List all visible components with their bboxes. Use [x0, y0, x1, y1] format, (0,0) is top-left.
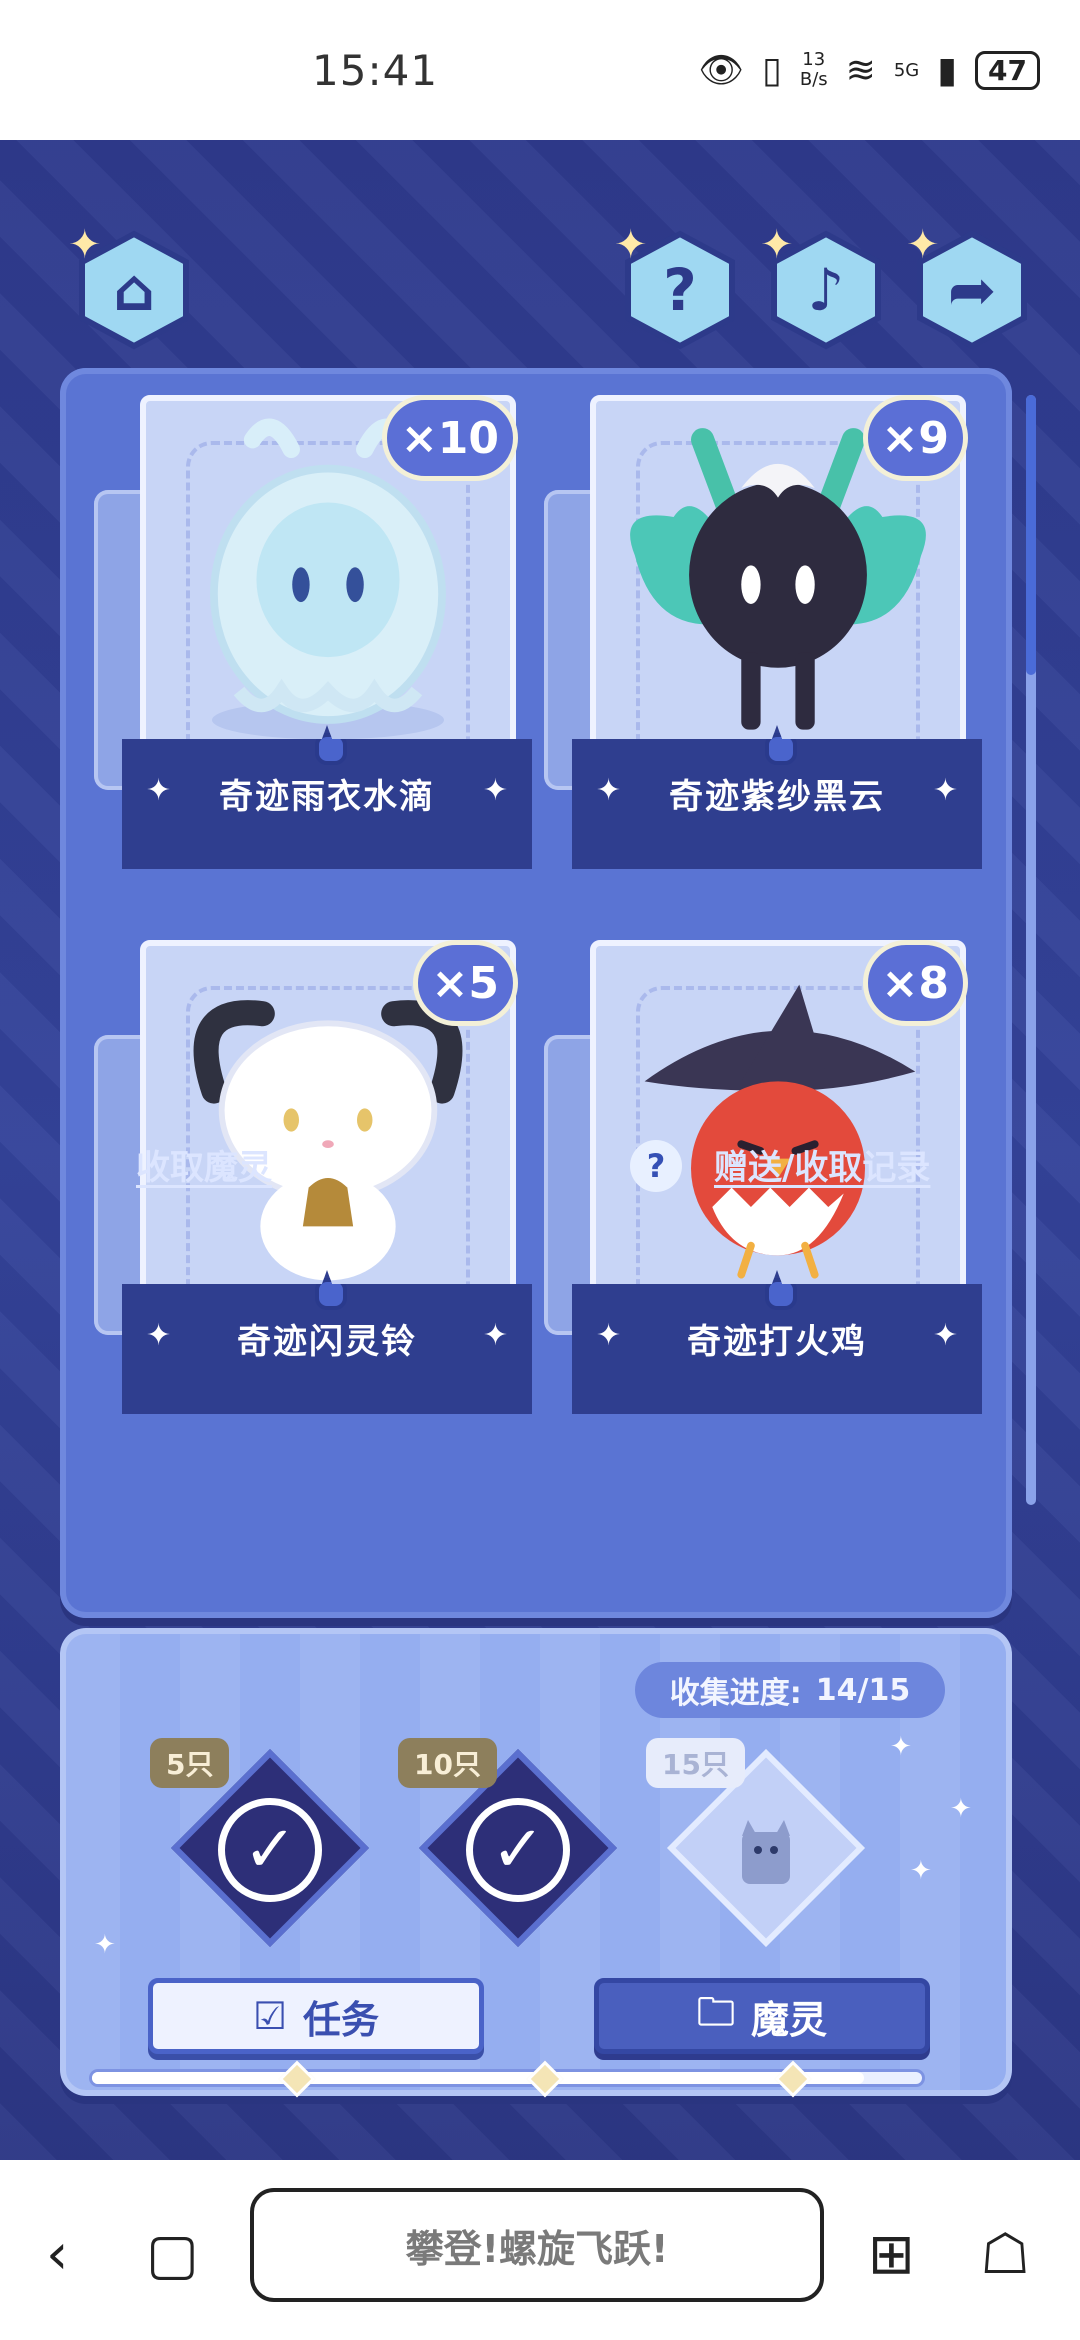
- folder-plus-icon: 🗀: [696, 1989, 735, 2034]
- progress-value: 14/15: [815, 1672, 911, 1708]
- sparkle-icon: ✦: [890, 1732, 912, 1762]
- vibrate-icon: ▯: [762, 49, 782, 91]
- document-check-icon: ☑: [252, 1994, 288, 2038]
- sparkle-icon: ✦: [950, 1794, 972, 1824]
- collect-spirit-link[interactable]: 收取魔灵: [136, 1140, 272, 1189]
- card-name: 奇迹打火鸡: [687, 1322, 867, 1362]
- card-name: 奇迹闪灵铃: [237, 1322, 417, 1362]
- status-icons: 👁 ▯ 13 B/s ≋ 5G ▮ 47: [698, 49, 1040, 91]
- milestone-tag: 10只: [398, 1738, 497, 1788]
- spirit-card[interactable]: ×9 ✦ 奇迹紫纱黑云 ✦: [544, 395, 982, 895]
- help-button[interactable]: ✦ ?: [614, 222, 740, 350]
- count-badge: ×9: [862, 395, 968, 481]
- milestone-tag: 5只: [150, 1738, 230, 1788]
- reward-cat-bag-icon: [742, 1820, 790, 1884]
- check-icon: ✓: [218, 1798, 322, 1902]
- net-speed: 13 B/s: [800, 50, 828, 90]
- milestone-tag: 15只: [646, 1738, 745, 1788]
- spirit-button-label: 魔灵: [751, 1997, 828, 2042]
- sparkle-icon: ✦: [932, 773, 958, 808]
- count-badge: ×10: [381, 395, 518, 481]
- share-button[interactable]: ✦ ➦: [906, 222, 1032, 350]
- progress-fill: [92, 2072, 864, 2084]
- net-speed-value: 13: [802, 49, 826, 70]
- status-bar: 15:41 👁 ▯ 13 B/s ≋ 5G ▮ 47: [0, 0, 1080, 140]
- scrollbar-thumb[interactable]: [1026, 395, 1036, 675]
- signal-icon: ▮: [937, 49, 958, 91]
- back-icon[interactable]: ‹: [46, 2222, 68, 2287]
- scrollbar[interactable]: [1026, 395, 1036, 1505]
- count-badge: ×5: [412, 940, 518, 1026]
- page-title-box[interactable]: 攀登!螺旋飞跃!: [250, 2188, 824, 2302]
- sparkle-icon: ✦: [482, 1318, 508, 1353]
- name-plate: ✦ 奇迹打火鸡 ✦: [572, 1270, 982, 1414]
- card-name: 奇迹雨衣水滴: [219, 777, 435, 817]
- clock: 15:41: [312, 45, 439, 95]
- eye-icon: 👁: [698, 50, 745, 91]
- bottom-navbar: ‹ ▢ 攀登!螺旋飞跃! ⊞ ☖: [0, 2160, 1080, 2340]
- wifi-icon: ≋: [845, 49, 876, 91]
- home-icon: ⌂: [113, 256, 155, 324]
- spirit-card[interactable]: ×5 ✦ 奇迹闪灵铃 ✦: [94, 940, 532, 1440]
- check-icon: ✓: [466, 1798, 570, 1902]
- ghost-icon[interactable]: ☖: [980, 2222, 1030, 2287]
- spirit-button[interactable]: 🗀 魔灵: [594, 1978, 930, 2054]
- share-icon: ➦: [947, 256, 997, 324]
- net-speed-unit: B/s: [799, 69, 828, 90]
- tab-switch-icon[interactable]: ▢: [146, 2222, 199, 2287]
- sparkle-icon: ✦: [932, 1318, 958, 1353]
- progress-label: 收集进度:: [669, 1676, 802, 1711]
- sparkle-icon: ✦: [482, 773, 508, 808]
- music-button[interactable]: ✦ ♪: [760, 222, 886, 350]
- question-icon[interactable]: ?: [630, 1140, 682, 1192]
- spirit-card[interactable]: ×10 ✦ 奇迹雨衣水滴 ✦: [94, 395, 532, 895]
- progress-badge: 收集进度: 14/15: [635, 1662, 945, 1718]
- reward-milestone[interactable]: 15只: [646, 1738, 865, 1948]
- task-button[interactable]: ☑ 任务: [148, 1978, 484, 2054]
- task-button-label: 任务: [303, 1997, 380, 2042]
- name-plate: ✦ 奇迹紫纱黑云 ✦: [572, 725, 982, 869]
- home-button[interactable]: ✦ ⌂: [68, 222, 194, 350]
- sparkle-icon: ✦: [910, 1856, 932, 1886]
- reward-milestone[interactable]: ✓ 5只: [150, 1738, 369, 1948]
- spirit-card[interactable]: ×8 ✦ 奇迹打火鸡 ✦: [544, 940, 982, 1440]
- grid-icon[interactable]: ⊞: [868, 2222, 915, 2287]
- name-plate: ✦ 奇迹雨衣水滴 ✦: [122, 725, 532, 869]
- battery-indicator: 47: [975, 50, 1040, 90]
- music-icon: ♪: [807, 256, 845, 324]
- help-icon: ?: [663, 256, 697, 324]
- reward-milestone[interactable]: ✓ 10只: [398, 1738, 617, 1948]
- count-badge: ×8: [862, 940, 968, 1026]
- card-name: 奇迹紫纱黑云: [669, 777, 885, 817]
- gift-records-link[interactable]: 赠送/收取记录: [714, 1140, 930, 1189]
- signal-label: 5G: [893, 59, 920, 81]
- game-area: ✦ ⌂ ✦ ? ✦ ♪ ✦ ➦ ×10 ✦ 奇迹雨衣水滴 ✦ ×9 ✦ 奇迹紫纱…: [0, 140, 1080, 2160]
- sparkle-icon: ✦: [94, 1930, 116, 1960]
- name-plate: ✦ 奇迹闪灵铃 ✦: [122, 1270, 532, 1414]
